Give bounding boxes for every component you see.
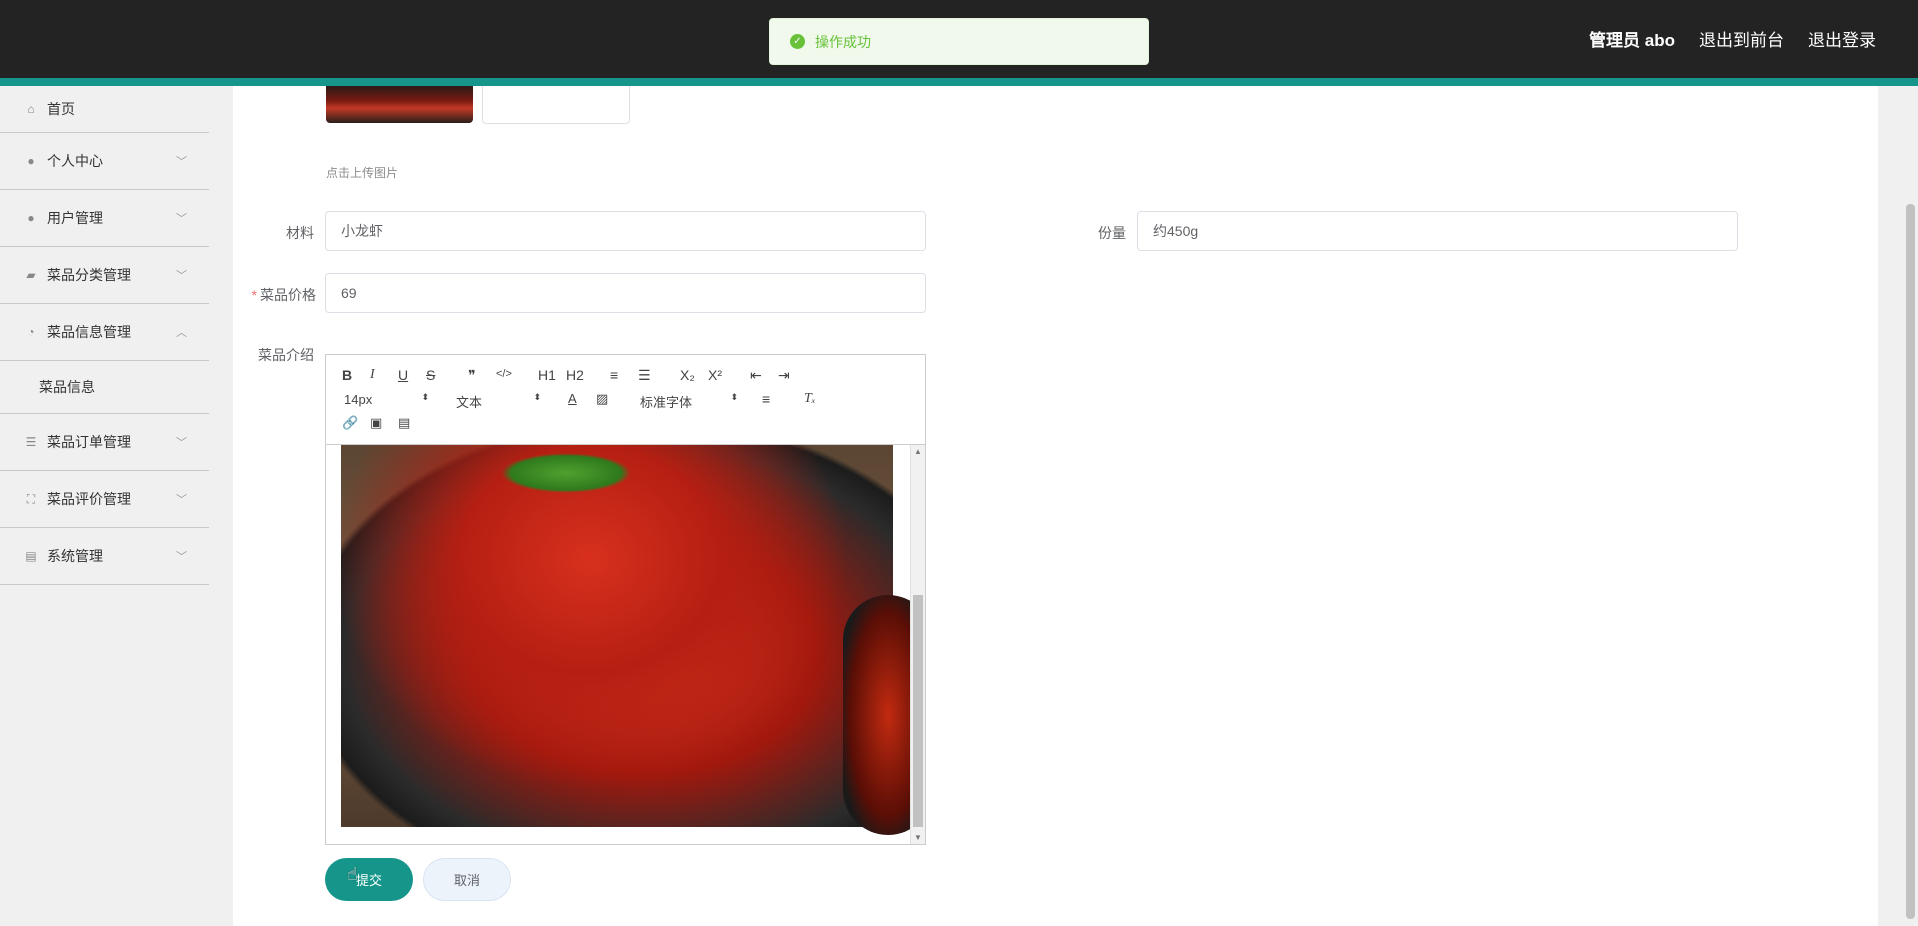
font-size-value: 14px	[344, 392, 373, 407]
sidebar-item-users[interactable]: ● 用户管理 ﹀	[0, 190, 209, 247]
cilantro-garnish	[501, 453, 631, 493]
chevron-down-icon: ﹀	[176, 156, 187, 168]
uploaded-image-thumbnail[interactable]	[326, 86, 473, 123]
back-to-front-link[interactable]: 退出到前台	[1699, 26, 1784, 51]
sidebar-item-orders[interactable]: ☰ 菜品订单管理 ﹀	[0, 414, 209, 471]
accent-bar	[0, 78, 1918, 86]
clear-format-button[interactable]: Tₓ	[804, 391, 816, 407]
chevron-down-icon: ﹀	[176, 437, 187, 449]
strike-button[interactable]: S	[426, 367, 435, 383]
sidebar-item-label: 个人中心	[47, 153, 103, 169]
sidebar-subitem-label: 菜品信息	[39, 379, 95, 395]
page-scrollbar[interactable]	[1902, 86, 1918, 926]
chart-icon: ▤	[25, 549, 37, 563]
sidebar-item-label: 菜品评价管理	[47, 491, 131, 507]
price-label-text: 菜品价格	[260, 287, 316, 303]
scrollbar-thumb[interactable]	[1906, 204, 1915, 919]
sidebar-item-home[interactable]: ⌂ 首页	[0, 86, 209, 133]
upload-tip: 点击上传图片	[326, 166, 399, 180]
sidebar-item-reviews[interactable]: ⛶ 菜品评价管理 ﹀	[0, 471, 209, 528]
h2-button[interactable]: H2	[566, 367, 584, 383]
mouse-cursor-icon: ☝	[347, 864, 358, 884]
fullscreen-icon: ⛶	[26, 492, 36, 506]
portion-input[interactable]: 约450g	[1137, 211, 1738, 251]
sidebar-item-dish-info[interactable]: ◔ 菜品信息管理 ︿	[0, 304, 209, 361]
image-icon[interactable]: ▣	[370, 415, 382, 431]
bold-button[interactable]: B	[342, 367, 352, 383]
sidebar-item-label: 菜品分类管理	[47, 267, 131, 283]
bullet-list-button[interactable]: ☰	[638, 367, 651, 384]
blockquote-button[interactable]: ❞	[468, 367, 476, 384]
sidebar-item-label: 用户管理	[47, 210, 103, 226]
logout-link[interactable]: 退出登录	[1808, 26, 1876, 51]
intro-label: 菜品介绍	[258, 347, 314, 363]
header-select-value: 文本	[456, 395, 483, 410]
price-input[interactable]: 69	[325, 273, 926, 313]
scroll-down-icon[interactable]: ▼	[914, 833, 922, 842]
h1-button[interactable]: H1	[538, 367, 556, 383]
upload-box[interactable]	[482, 86, 630, 124]
superscript-button[interactable]: X²	[708, 367, 722, 383]
font-family-value: 标准字体	[640, 395, 693, 410]
sidebar-item-label: 系统管理	[47, 548, 103, 564]
portion-label: 份量	[1098, 225, 1126, 241]
crayfish-photo	[341, 445, 925, 835]
editor-toolbar: B I U S ❞ </> H1 H2 ≡ ☰ X₂ X² ⇤ ⇥ 14px ⬍…	[326, 355, 925, 445]
select-arrow-icon: ⬍	[421, 392, 429, 402]
ordered-list-button[interactable]: ≡	[610, 367, 618, 383]
user-icon: ●	[27, 154, 35, 168]
toast-message: 操作成功	[815, 33, 871, 50]
code-block-button[interactable]: </>	[496, 368, 512, 380]
font-family-select[interactable]: 标准字体 ⬍	[640, 392, 738, 411]
sidebar-item-label: 菜品信息管理	[47, 324, 131, 340]
underline-button[interactable]: U	[398, 367, 408, 383]
price-label: * 菜品价格	[240, 285, 316, 305]
sidebar-item-label: 菜品订单管理	[47, 434, 131, 450]
chevron-down-icon: ﹀	[176, 213, 187, 225]
suitcase-icon: ▰	[26, 268, 36, 282]
editor-scrollbar[interactable]: ▲ ▼	[910, 445, 925, 844]
select-arrow-icon: ⬍	[533, 392, 541, 402]
scroll-up-icon[interactable]: ▲	[914, 447, 922, 456]
sidebar: ⌂ 首页 ● 个人中心 ﹀ ● 用户管理 ﹀ ▰ 菜品分类管理 ﹀ ◔ 菜品信息…	[0, 86, 209, 926]
sidebar-subitem-dish-info[interactable]: 菜品信息	[0, 361, 209, 414]
align-button[interactable]: ≡	[762, 391, 770, 407]
font-color-button[interactable]: A	[568, 391, 577, 406]
subscript-button[interactable]: X₂	[680, 367, 695, 383]
required-asterisk: *	[251, 287, 257, 303]
home-icon: ⌂	[27, 102, 35, 116]
sidebar-item-profile[interactable]: ● 个人中心 ﹀	[0, 133, 209, 190]
check-circle-icon: ✓	[790, 34, 805, 49]
sidebar-item-label: 首页	[47, 101, 75, 117]
chevron-down-icon: ﹀	[176, 551, 187, 563]
header-select[interactable]: 文本 ⬍	[456, 392, 541, 411]
italic-button[interactable]: I	[370, 367, 375, 383]
sidebar-item-system[interactable]: ▤ 系统管理 ﹀	[0, 528, 209, 585]
sidebar-item-dish-category[interactable]: ▰ 菜品分类管理 ﹀	[0, 247, 209, 304]
admin-label: 管理员 abo	[1589, 31, 1675, 50]
background-color-button[interactable]: ▨	[596, 391, 608, 407]
indent-button[interactable]: ⇥	[778, 367, 790, 384]
rich-text-editor[interactable]: B I U S ❞ </> H1 H2 ≡ ☰ X₂ X² ⇤ ⇥ 14px ⬍…	[325, 354, 926, 845]
cancel-button[interactable]: 取消	[423, 858, 511, 901]
chevron-down-icon: ﹀	[176, 494, 187, 506]
video-icon[interactable]: ▤	[398, 415, 410, 431]
chevron-up-icon: ︿	[176, 327, 187, 339]
font-size-select[interactable]: 14px ⬍	[344, 392, 429, 407]
sliders-icon: ☰	[25, 435, 37, 449]
chevron-down-icon: ﹀	[176, 270, 187, 282]
link-icon[interactable]: 🔗	[342, 415, 358, 431]
editor-scrollbar-thumb[interactable]	[913, 595, 923, 827]
editor-content[interactable]: ▲ ▼	[326, 445, 925, 844]
user-icon: ●	[27, 211, 35, 225]
material-input[interactable]: 小龙虾	[325, 211, 926, 251]
submit-button[interactable]: 提交	[325, 858, 413, 901]
gauge-icon: ◔	[27, 325, 35, 339]
material-label: 材料	[286, 225, 314, 241]
top-links: 管理员 abo 退出到前台 退出登录	[1589, 26, 1876, 51]
select-arrow-icon: ⬍	[730, 392, 738, 402]
outdent-button[interactable]: ⇤	[750, 367, 762, 384]
success-toast: ✓ 操作成功	[769, 18, 1149, 65]
